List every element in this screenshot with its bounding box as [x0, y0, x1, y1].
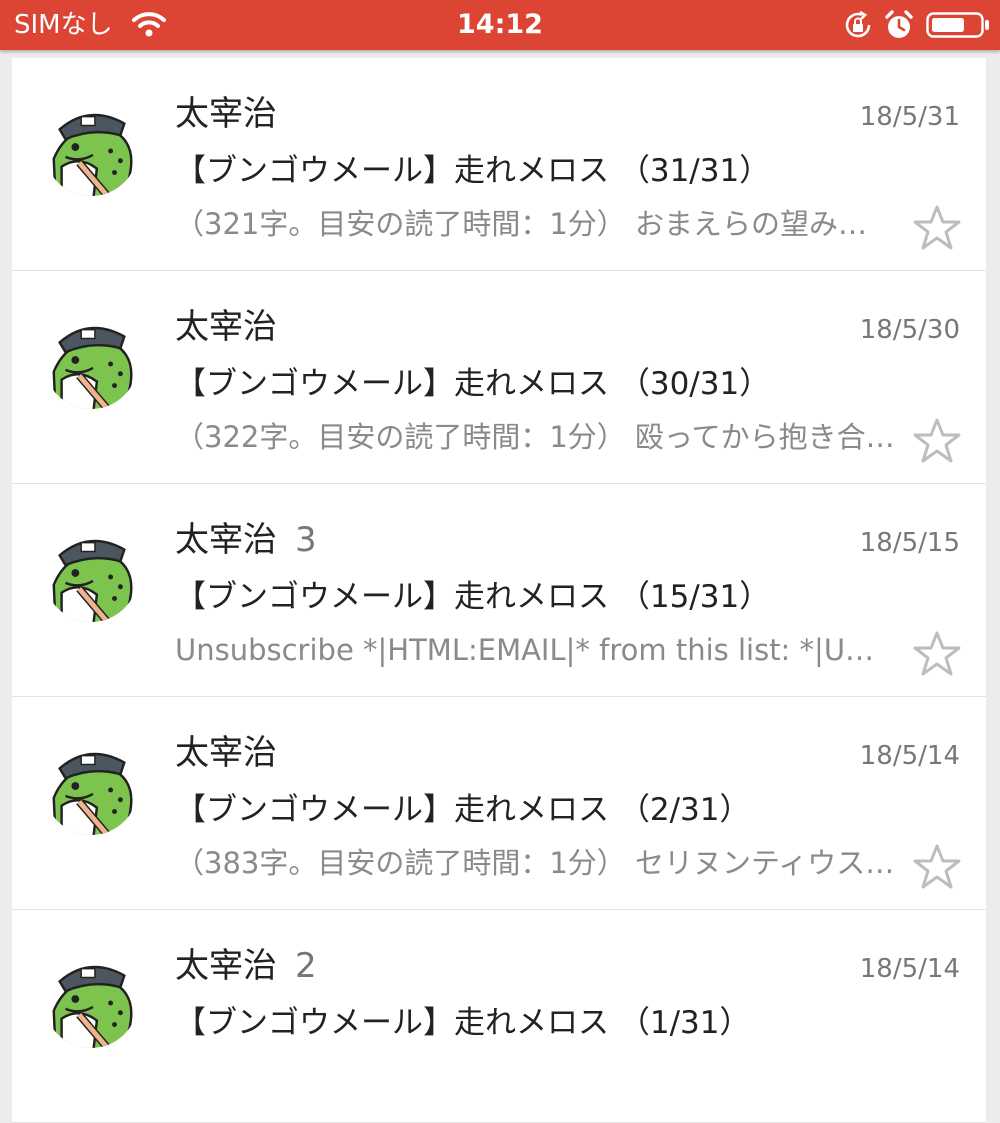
email-snippet: Unsubscribe *|HTML:EMAIL|* from this lis…	[175, 633, 895, 667]
email-row[interactable]: 太宰治 18/5/30 【ブンゴウメール】走れメロス （30/31） （322字…	[12, 271, 986, 484]
star-icon[interactable]	[912, 204, 962, 252]
email-date: 18/5/14	[859, 954, 960, 984]
email-snippet: （322字。目安の読了時間：1分） 殴ってから抱き合った。	[175, 420, 895, 454]
email-snippet: （321字。目安の読了時間：1分） おまえらの望みは叶ったぞ。	[175, 207, 895, 241]
sender-name: 太宰治 2	[175, 946, 317, 986]
sender-name: 太宰治 3	[175, 520, 317, 560]
frog-avatar-icon	[43, 953, 139, 1049]
sender-name: 太宰治	[175, 94, 277, 134]
email-date: 18/5/30	[859, 315, 960, 345]
sender-name: 太宰治	[175, 733, 277, 773]
star-icon[interactable]	[912, 417, 962, 465]
email-subject: 【ブンゴウメール】走れメロス （30/31）	[175, 366, 771, 402]
battery-icon	[926, 12, 989, 38]
thread-count: 3	[295, 520, 317, 560]
email-subject: 【ブンゴウメール】走れメロス （1/31）	[175, 1005, 751, 1041]
frog-avatar-icon	[43, 740, 139, 836]
email-date: 18/5/31	[859, 102, 960, 132]
email-subject: 【ブンゴウメール】走れメロス （2/31）	[175, 792, 751, 828]
sender-name: 太宰治	[175, 307, 277, 347]
star-icon[interactable]	[912, 843, 962, 891]
email-date: 18/5/14	[859, 741, 960, 771]
alarm-icon	[885, 10, 913, 38]
email-row[interactable]: 太宰治 2 18/5/14 【ブンゴウメール】走れメロス （1/31）	[12, 910, 986, 1123]
email-row[interactable]: 太宰治 18/5/31 【ブンゴウメール】走れメロス （31/31） （321字…	[12, 58, 986, 271]
email-snippet: （383字。目安の読了時間：1分） セリヌンティウスは縄打たれた。	[175, 846, 895, 880]
thread-count: 2	[295, 946, 317, 986]
email-date: 18/5/15	[859, 528, 960, 558]
frog-avatar-icon	[43, 101, 139, 197]
email-row[interactable]: 太宰治 18/5/14 【ブンゴウメール】走れメロス （2/31） （383字。…	[12, 697, 986, 910]
email-list: 太宰治 18/5/31 【ブンゴウメール】走れメロス （31/31） （321字…	[0, 50, 1000, 1123]
frog-avatar-icon	[43, 314, 139, 410]
status-bar: SIMなし 14:12	[0, 0, 1000, 50]
email-row[interactable]: 太宰治 3 18/5/15 【ブンゴウメール】走れメロス （15/31） Unsu…	[12, 484, 986, 697]
email-subject: 【ブンゴウメール】走れメロス （31/31）	[175, 153, 771, 189]
email-subject: 【ブンゴウメール】走れメロス （15/31）	[175, 579, 771, 615]
star-icon[interactable]	[912, 630, 962, 678]
frog-avatar-icon	[43, 527, 139, 623]
rotation-lock-icon	[845, 10, 871, 38]
